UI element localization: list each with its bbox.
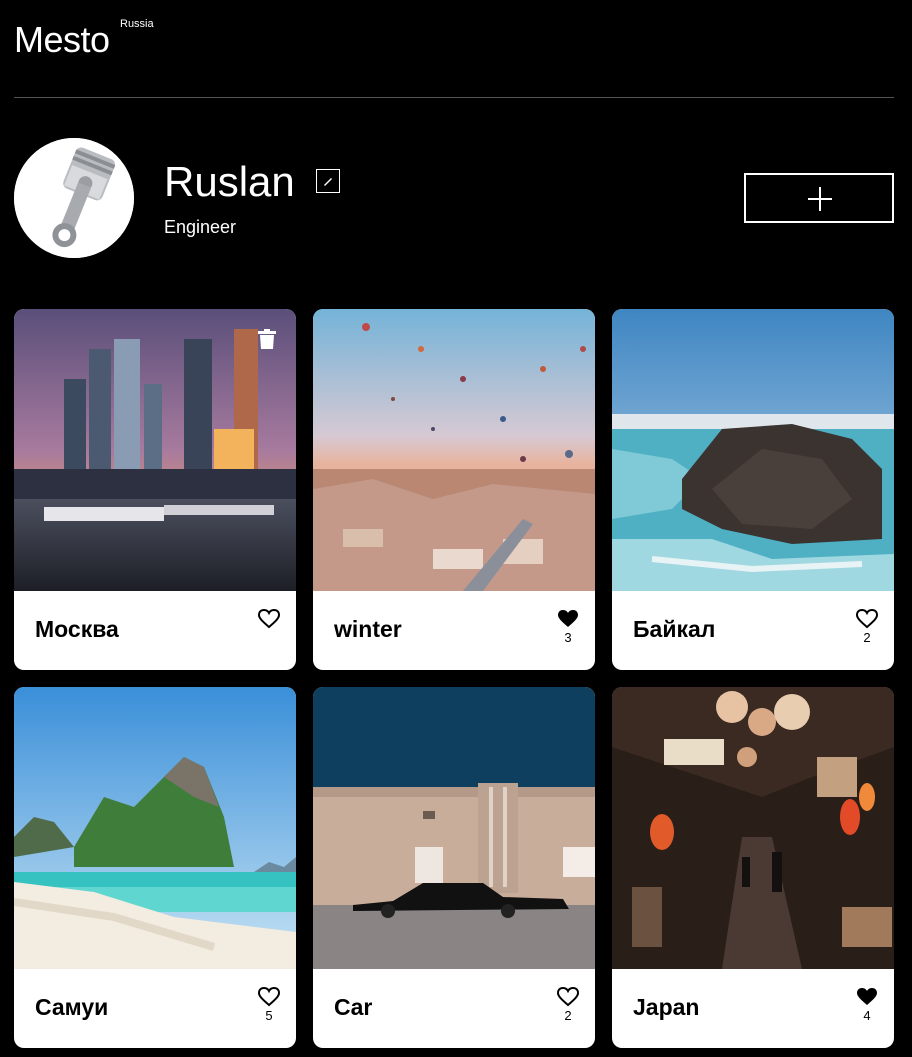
add-card-button[interactable] [744, 173, 894, 223]
like-count: 3 [564, 630, 572, 645]
heart-filled-icon [558, 610, 578, 627]
profile-name: Ruslan [164, 158, 295, 205]
balloons-image [313, 309, 595, 591]
heart-outline-icon [257, 608, 281, 629]
card-image[interactable] [313, 309, 595, 591]
heart-outline-icon [556, 986, 580, 1007]
like-button[interactable] [556, 986, 580, 1009]
like-count: 4 [863, 1008, 871, 1023]
baikal-image [612, 309, 894, 591]
heart-outline-icon [855, 608, 879, 629]
card-title: Japan [633, 994, 700, 1020]
like-button[interactable] [855, 987, 879, 1009]
card-image[interactable] [14, 687, 296, 969]
avatar[interactable] [14, 138, 134, 258]
card: Москва [14, 309, 296, 670]
logo[interactable]: Mesto [14, 20, 110, 60]
card: Car 2 [313, 687, 595, 1048]
like-button[interactable] [257, 986, 281, 1009]
header: Mesto Russia [14, 0, 894, 98]
like-button[interactable] [257, 608, 281, 631]
japan-street-image [612, 687, 894, 969]
card-title: Байкал [633, 616, 716, 642]
pencil-icon [324, 178, 332, 186]
like-group [256, 608, 282, 631]
like-group: 2 [555, 986, 581, 1023]
like-count: 2 [863, 630, 871, 645]
like-button[interactable] [855, 608, 879, 631]
card-title: Самуи [35, 994, 109, 1020]
profile-job: Engineer [164, 217, 237, 237]
card: winter 3 [313, 309, 595, 670]
trash-icon[interactable] [258, 329, 276, 349]
edit-profile-button[interactable] [316, 169, 340, 193]
card-image[interactable] [14, 309, 296, 591]
like-group: 2 [854, 608, 880, 645]
card: Байкал 2 [612, 309, 894, 670]
like-count: 5 [265, 1008, 273, 1023]
piston-image [14, 138, 134, 258]
plus-icon [808, 187, 832, 211]
card-image[interactable] [313, 687, 595, 969]
card: Japan 4 [612, 687, 894, 1048]
card-title: Москва [35, 616, 119, 642]
card-image[interactable] [612, 687, 894, 969]
card: Самуи 5 [14, 687, 296, 1048]
like-group: 4 [854, 987, 880, 1023]
car-image [313, 687, 595, 969]
moscow-city-image [14, 309, 296, 591]
samui-beach-image [14, 687, 296, 969]
card-image[interactable] [612, 309, 894, 591]
like-count: 2 [564, 1008, 572, 1023]
card-title: Car [334, 994, 373, 1020]
like-group: 5 [256, 986, 282, 1023]
heart-outline-icon [257, 986, 281, 1007]
like-group: 3 [555, 609, 581, 645]
card-title: winter [334, 616, 402, 642]
like-button[interactable] [556, 609, 580, 631]
logo-region: Russia [120, 18, 154, 30]
heart-filled-icon [857, 988, 877, 1005]
